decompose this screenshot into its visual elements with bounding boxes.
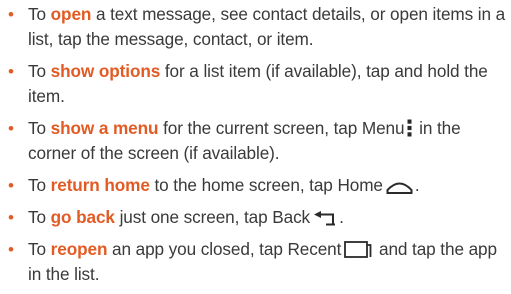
item-keyword: reopen (50, 239, 108, 259)
item-keyword: return home (50, 175, 150, 195)
bullet-icon: • (8, 240, 14, 259)
bullet-icon: • (8, 119, 14, 138)
item-text-before: To (28, 4, 51, 24)
list-item-open: • To open a text message, see contact de… (0, 2, 511, 52)
item-text-after: an app you closed, tap Recent (107, 239, 342, 259)
item-text-after: for the current screen, tap Menu (158, 118, 405, 138)
list-item-show-options: • To show options for a list item (if av… (0, 59, 511, 109)
item-text-after2: . (414, 175, 420, 195)
item-text-before: To (28, 239, 51, 259)
recent-icon (344, 241, 372, 258)
home-icon (386, 180, 413, 194)
instruction-list: • To open a text message, see contact de… (0, 2, 511, 294)
back-icon (313, 211, 337, 226)
item-text-after: a text message, see contact details, or … (28, 4, 506, 49)
list-item-show-menu: • To show a menu for the current screen,… (0, 116, 511, 166)
item-text-before: To (28, 118, 51, 138)
item-text-before: To (28, 175, 51, 195)
item-keyword: go back (50, 207, 115, 227)
item-keyword: open (50, 4, 92, 24)
bullet-icon: • (8, 62, 14, 81)
list-item-go-back: • To go back just one screen, tap Back. (0, 205, 511, 230)
item-text-after2: . (339, 207, 344, 227)
item-text-before: To (28, 207, 51, 227)
item-text-before: To (28, 61, 51, 81)
list-item-reopen: • To reopen an app you closed, tap Recen… (0, 237, 511, 287)
list-item-return-home: • To return home to the home screen, tap… (0, 173, 511, 198)
item-text-after: just one screen, tap Back (114, 207, 311, 227)
bullet-icon: • (8, 176, 14, 195)
item-keyword: show options (50, 61, 161, 81)
menu-icon (407, 119, 412, 137)
bullet-icon: • (8, 208, 14, 227)
item-keyword: show a menu (50, 118, 159, 138)
item-text-after: to the home screen, tap Home (149, 175, 383, 195)
bullet-icon: • (8, 5, 14, 24)
